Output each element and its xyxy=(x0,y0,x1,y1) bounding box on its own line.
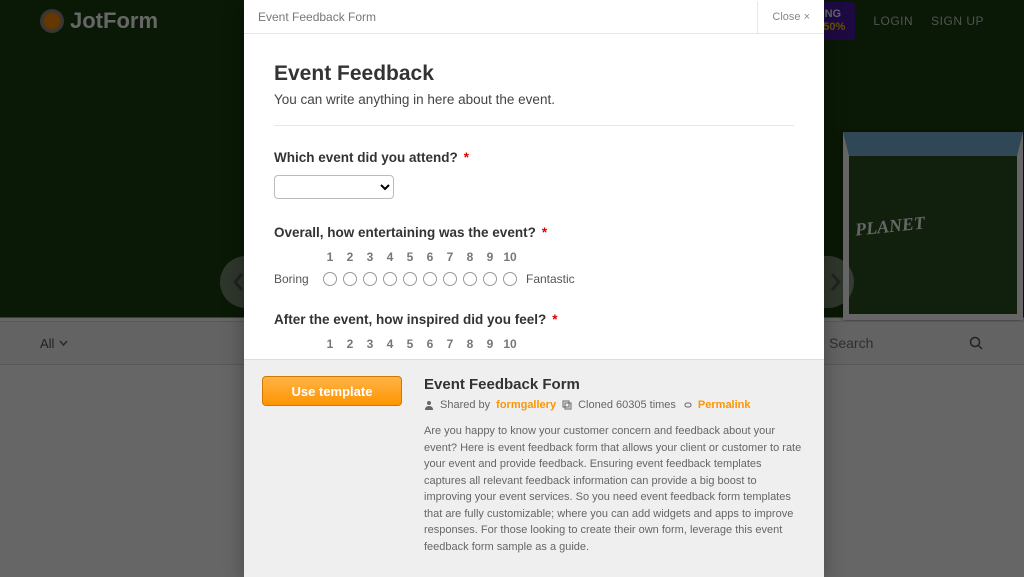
rating-radio-4[interactable] xyxy=(383,272,397,286)
modal-footer: Use template Event Feedback Form Shared … xyxy=(244,359,824,577)
scale-numbers: 12345678910 xyxy=(320,250,794,264)
divider xyxy=(274,125,794,126)
required-asterisk: * xyxy=(552,312,557,327)
permalink-link[interactable]: Permalink xyxy=(698,399,751,411)
close-button[interactable]: Close × xyxy=(757,1,810,33)
modal-title: Event Feedback Form xyxy=(258,10,376,24)
modal-body: Event Feedback You can write anything in… xyxy=(244,34,824,359)
rating-radio-6[interactable] xyxy=(423,272,437,286)
form-title: Event Feedback xyxy=(274,62,794,86)
author-link[interactable]: formgallery xyxy=(496,399,556,411)
question-label: Which event did you attend?* xyxy=(274,150,794,165)
question-inspired: After the event, how inspired did you fe… xyxy=(274,312,794,359)
rating-radio-1[interactable] xyxy=(323,272,337,286)
event-select[interactable] xyxy=(274,175,394,199)
scale-numbers: 12345678910 xyxy=(320,337,794,351)
footer-title: Event Feedback Form xyxy=(424,376,806,393)
question-entertaining: Overall, how entertaining was the event?… xyxy=(274,225,794,286)
question-which-event: Which event did you attend?* xyxy=(274,150,794,199)
use-template-button[interactable]: Use template xyxy=(262,376,402,406)
question-label: Overall, how entertaining was the event?… xyxy=(274,225,794,240)
link-icon xyxy=(682,400,692,410)
clone-icon xyxy=(562,400,572,410)
scale-min-label: Boring xyxy=(274,272,320,286)
rating-radio-2[interactable] xyxy=(343,272,357,286)
user-icon xyxy=(424,400,434,410)
rating-radio-5[interactable] xyxy=(403,272,417,286)
template-preview-modal: Event Feedback Form Close × Event Feedba… xyxy=(244,0,824,577)
rating-radio-8[interactable] xyxy=(463,272,477,286)
required-asterisk: * xyxy=(464,150,469,165)
question-label: After the event, how inspired did you fe… xyxy=(274,312,794,327)
scale-max-label: Fantastic xyxy=(526,272,575,286)
rating-radio-10[interactable] xyxy=(503,272,517,286)
rating-radio-7[interactable] xyxy=(443,272,457,286)
required-asterisk: * xyxy=(542,225,547,240)
form-subtitle: You can write anything in here about the… xyxy=(274,92,794,107)
footer-meta: Shared by formgallery Cloned 60305 times… xyxy=(424,399,806,411)
rating-radio-3[interactable] xyxy=(363,272,377,286)
modal-header: Event Feedback Form Close × xyxy=(244,0,824,34)
rating-radio-9[interactable] xyxy=(483,272,497,286)
footer-description: Are you happy to know your customer conc… xyxy=(424,423,806,555)
